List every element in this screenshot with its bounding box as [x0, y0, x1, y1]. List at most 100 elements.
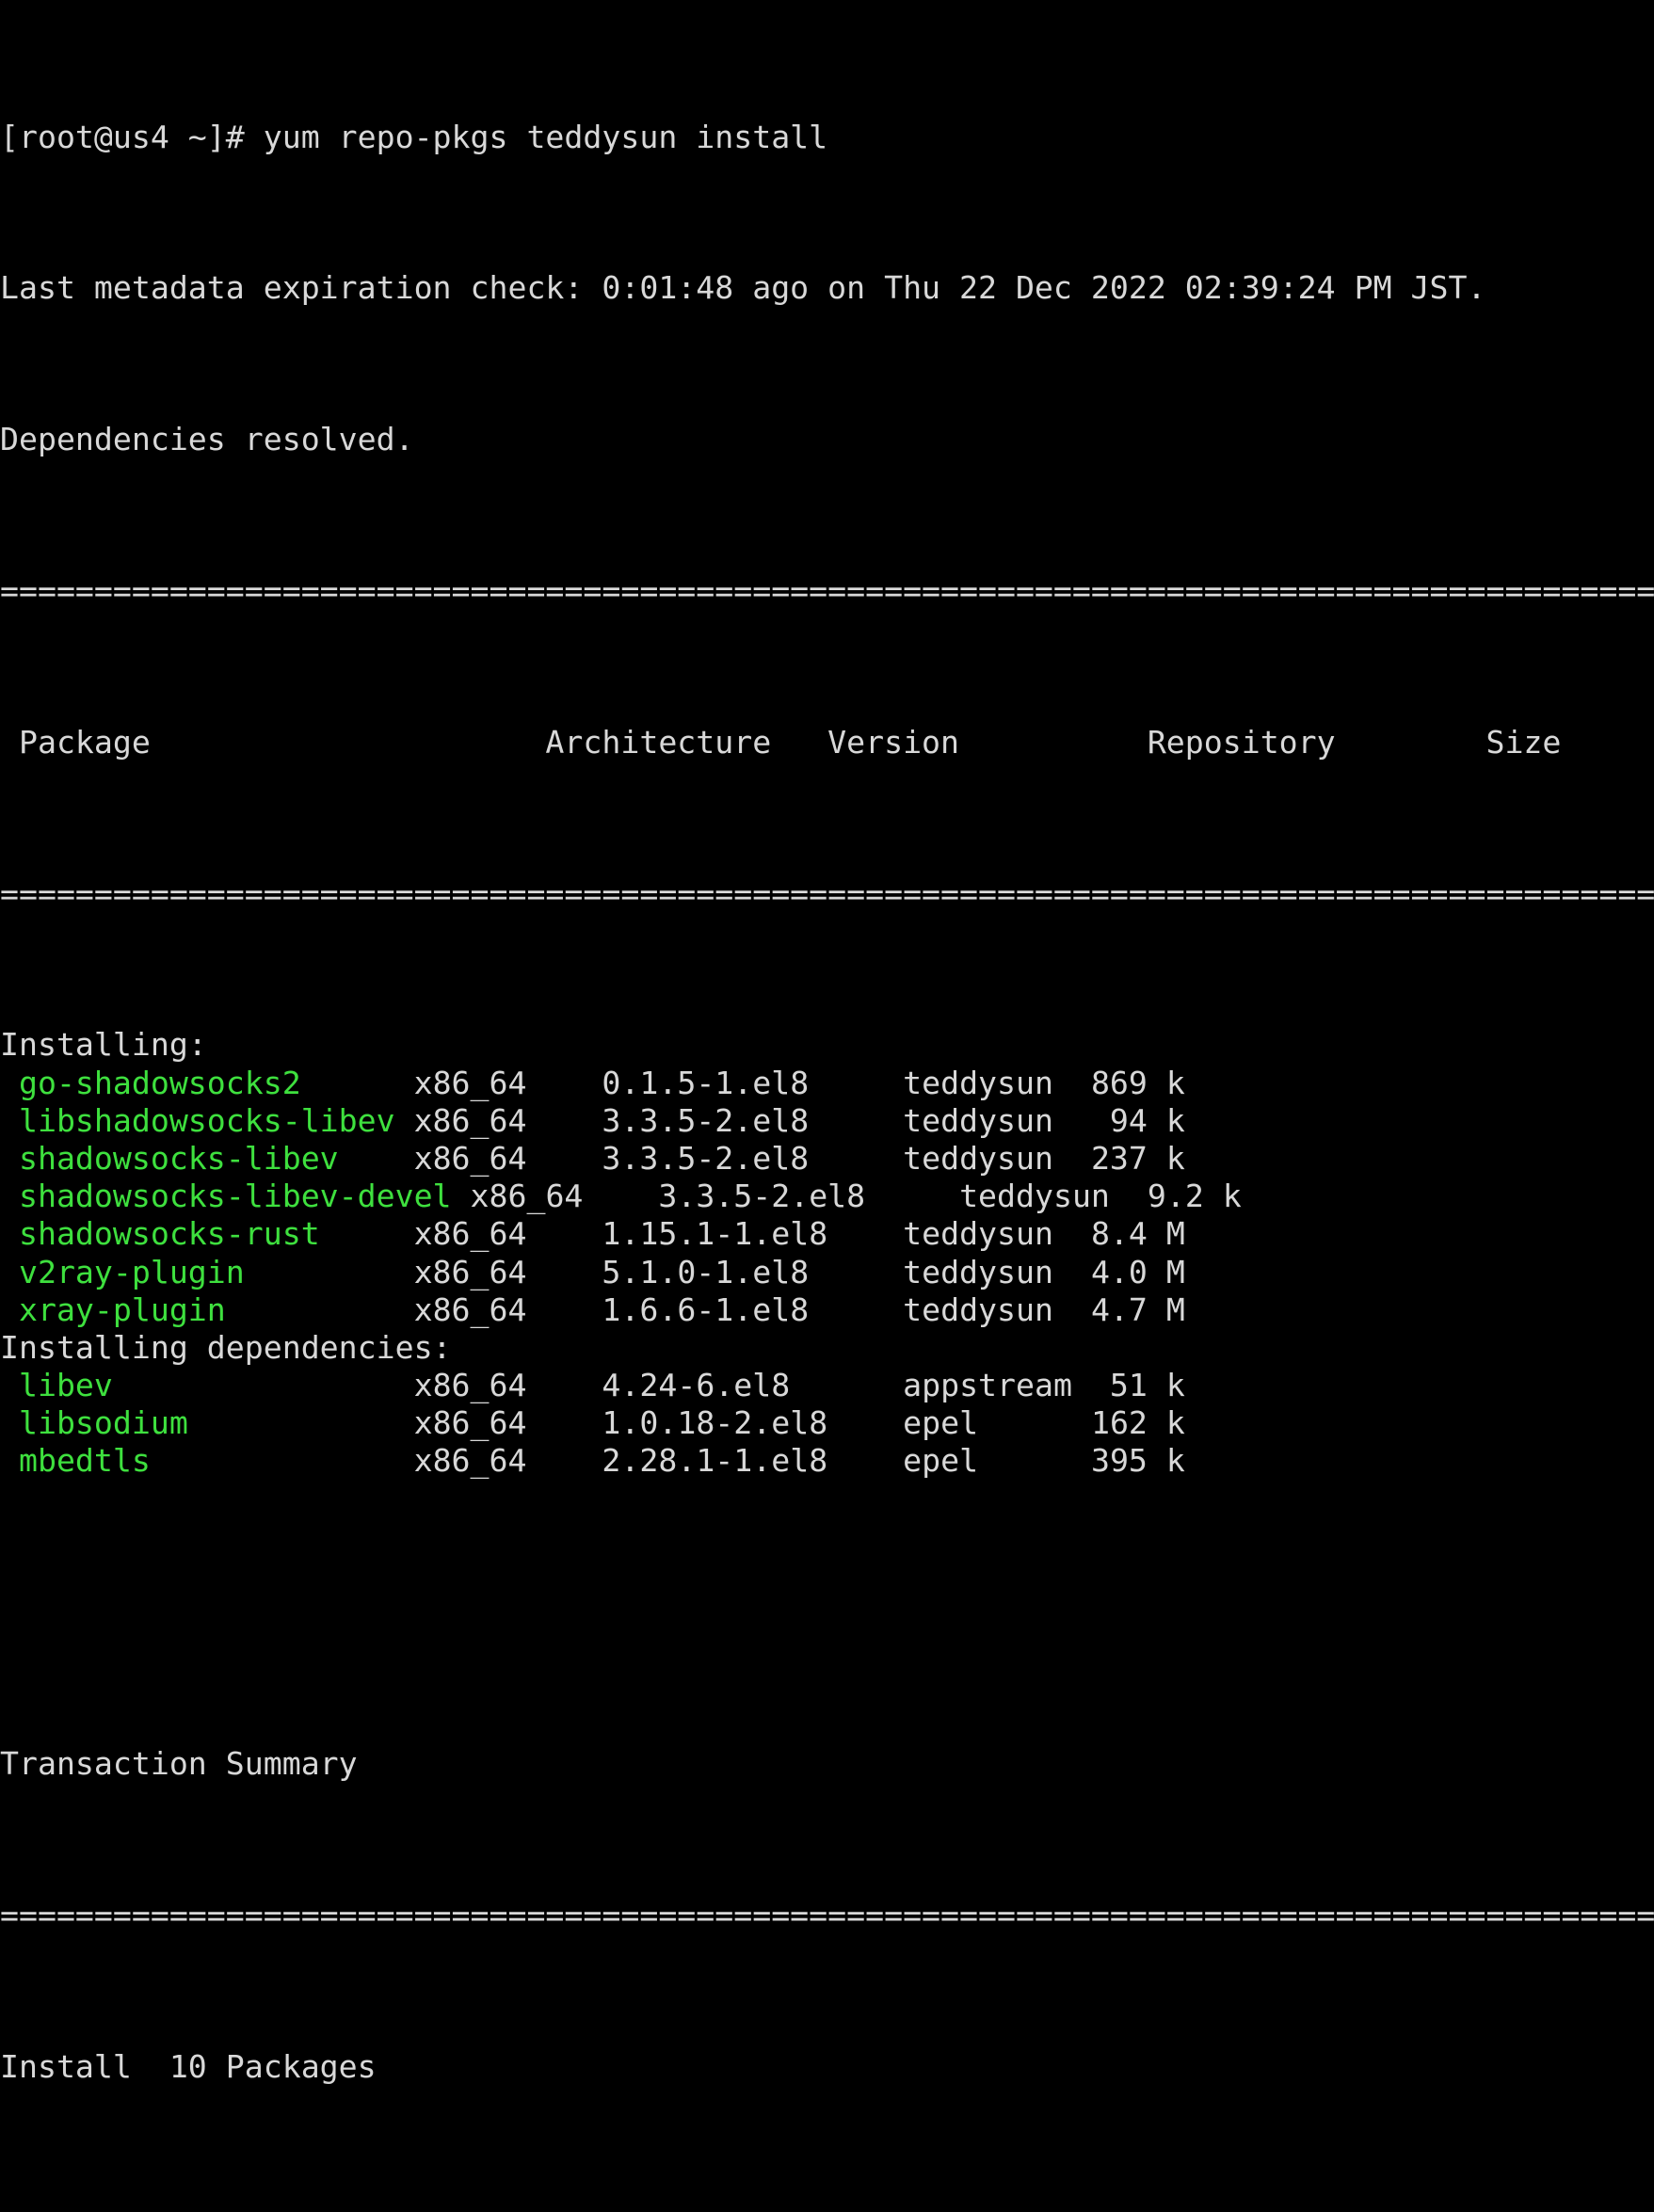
package-version: 4.24-6.el8: [602, 1367, 791, 1404]
package-architecture: x86_64: [413, 1404, 527, 1442]
package-architecture: x86_64: [413, 1139, 527, 1177]
cell-gap: [1053, 1291, 1091, 1328]
package-repository: epel: [903, 1442, 979, 1480]
terminal-window[interactable]: [root@us4 ~]# yum repo-pkgs teddysun ins…: [0, 0, 1654, 2085]
cell-gap: [809, 1102, 903, 1139]
package-size: 4.0 M: [1090, 1253, 1185, 1290]
cell-gap: [1072, 1367, 1110, 1403]
package-version: 0.1.5-1.el8: [602, 1064, 810, 1101]
command-line: [root@us4 ~]# yum repo-pkgs teddysun ins…: [0, 119, 1654, 156]
separator-top: ========================================…: [0, 572, 1654, 610]
cell-gap: [865, 1178, 959, 1214]
metadata-text: Last metadata expiration check: 0:01:48 …: [0, 269, 1486, 307]
cell-gap: [1053, 1215, 1091, 1252]
package-version: 3.3.5-2.el8: [602, 1139, 810, 1177]
package-architecture: x86_64: [413, 1442, 527, 1480]
separator-text: ========================================…: [0, 874, 1654, 912]
package-repository: teddysun: [903, 1290, 1053, 1328]
metadata-line: Last metadata expiration check: 0:01:48 …: [0, 269, 1654, 307]
cell-gap: [526, 1102, 602, 1139]
table-row: shadowsocks-rust x86_64 1.15.1-1.el8 ted…: [0, 1215, 1654, 1253]
package-architecture: x86_64: [413, 1367, 527, 1404]
package-name: libev: [0, 1367, 113, 1404]
cell-gap: [809, 1140, 903, 1177]
cell-gap: [526, 1291, 602, 1328]
cell-gap: [526, 1215, 602, 1252]
package-version: 1.0.18-2.el8: [602, 1404, 828, 1442]
package-size: 395 k: [1090, 1442, 1185, 1480]
cell-gap: [827, 1442, 903, 1479]
package-name: libsodium: [0, 1404, 188, 1442]
package-size: 51 k: [1109, 1367, 1185, 1404]
cell-gap: [301, 1065, 414, 1101]
cell-gap: [827, 1215, 903, 1252]
cell-gap: [339, 1140, 414, 1177]
table-row: xray-plugin x86_64 1.6.6-1.el8 teddysun …: [0, 1291, 1654, 1329]
separator-summary: ========================================…: [0, 1897, 1654, 1934]
separator-header: ========================================…: [0, 875, 1654, 913]
package-architecture: x86_64: [413, 1064, 527, 1101]
package-architecture: x86_64: [413, 1253, 527, 1290]
table-header-text: Package Architecture Version Repository …: [0, 723, 1562, 761]
table-row: go-shadowsocks2 x86_64 0.1.5-1.el8 teddy…: [0, 1065, 1654, 1102]
package-name: shadowsocks-libev-devel: [0, 1178, 452, 1215]
table-row: v2ray-plugin x86_64 5.1.0-1.el8 teddysun…: [0, 1254, 1654, 1291]
package-name: shadowsocks-libev: [0, 1139, 339, 1177]
cell-gap: [1110, 1178, 1148, 1214]
section-label: Installing:: [0, 1026, 1654, 1064]
package-name: shadowsocks-rust: [0, 1215, 320, 1253]
package-name: v2ray-plugin: [0, 1253, 245, 1290]
table-row: libshadowsocks-libev x86_64 3.3.5-2.el8 …: [0, 1102, 1654, 1140]
package-version: 3.3.5-2.el8: [602, 1101, 810, 1139]
cell-gap: [151, 1442, 414, 1479]
package-size: 9.2 k: [1147, 1178, 1242, 1215]
section-label: Installing dependencies:: [0, 1329, 1654, 1367]
cell-gap: [320, 1215, 414, 1252]
cell-gap: [526, 1404, 602, 1441]
prompt-and-command: [root@us4 ~]# yum repo-pkgs teddysun ins…: [0, 118, 828, 155]
cell-gap: [526, 1442, 602, 1479]
package-repository: epel: [903, 1404, 979, 1442]
cell-gap: [245, 1254, 414, 1290]
cell-gap: [583, 1178, 658, 1214]
package-name: go-shadowsocks2: [0, 1064, 301, 1101]
cell-gap: [809, 1254, 903, 1290]
cell-gap: [1053, 1254, 1091, 1290]
separator-text: ========================================…: [0, 1896, 1654, 1933]
cell-gap: [790, 1367, 903, 1403]
package-size: 869 k: [1090, 1064, 1185, 1101]
cell-gap: [226, 1291, 414, 1328]
table-row: shadowsocks-libev-devel x86_64 3.3.5-2.e…: [0, 1178, 1654, 1215]
package-version: 5.1.0-1.el8: [602, 1253, 810, 1290]
cell-gap: [809, 1291, 903, 1328]
transaction-summary-title: Transaction Summary: [0, 1745, 1654, 1783]
package-version: 1.15.1-1.el8: [602, 1215, 828, 1253]
cell-gap: [1053, 1102, 1110, 1139]
cell-gap: [978, 1404, 1091, 1441]
package-sections: Installing: go-shadowsocks2 x86_64 0.1.5…: [0, 1026, 1654, 1480]
dependencies-resolved-text: Dependencies resolved.: [0, 421, 414, 458]
table-header-row: Package Architecture Version Repository …: [0, 724, 1654, 761]
cell-gap: [526, 1254, 602, 1290]
separator-text: ========================================…: [0, 572, 1654, 609]
cell-gap: [526, 1065, 602, 1101]
package-repository: teddysun: [903, 1215, 1053, 1253]
cell-gap: [526, 1367, 602, 1403]
install-count-text: Install 10 Packages: [0, 2047, 377, 2085]
package-repository: teddysun: [903, 1101, 1053, 1139]
package-size: 237 k: [1090, 1139, 1185, 1177]
table-row: mbedtls x86_64 2.28.1-1.el8 epel 395 k: [0, 1442, 1654, 1480]
table-row: shadowsocks-libev x86_64 3.3.5-2.el8 ted…: [0, 1140, 1654, 1178]
cell-gap: [1053, 1140, 1091, 1177]
package-size: 94 k: [1109, 1101, 1185, 1139]
package-architecture: x86_64: [470, 1178, 584, 1215]
package-size: 8.4 M: [1090, 1215, 1185, 1253]
table-row: libev x86_64 4.24-6.el8 appstream 51 k: [0, 1367, 1654, 1404]
install-count-line: Install 10 Packages: [0, 2048, 1654, 2086]
package-architecture: x86_64: [413, 1101, 527, 1139]
section-label-text: Installing:: [0, 1026, 207, 1064]
package-repository: teddysun: [959, 1178, 1110, 1215]
package-repository: teddysun: [903, 1064, 1053, 1101]
cell-gap: [395, 1102, 414, 1139]
